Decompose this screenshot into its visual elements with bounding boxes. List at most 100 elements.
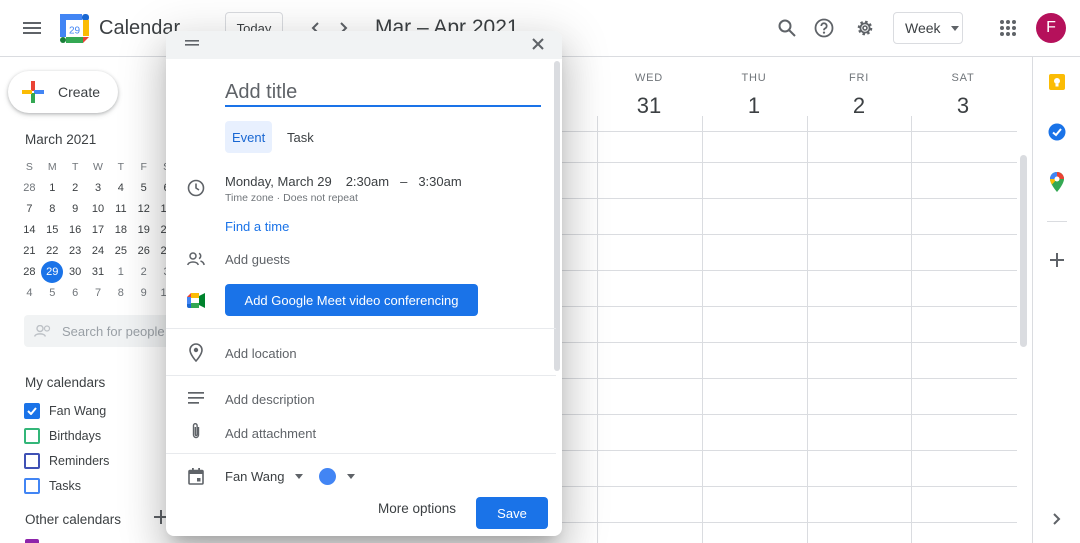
mini-calendar-day[interactable]: 22 xyxy=(41,245,64,257)
mini-calendar-day[interactable]: 1 xyxy=(109,266,132,278)
calendar-owner-label: Fan Wang xyxy=(225,469,285,484)
mini-calendar-day[interactable]: 25 xyxy=(109,245,132,257)
find-a-time-link[interactable]: Find a time xyxy=(225,219,289,234)
mini-calendar-day[interactable]: 7 xyxy=(87,287,110,299)
mini-calendar-day[interactable]: 28 xyxy=(18,182,41,194)
mini-calendar-day[interactable]: 9 xyxy=(64,203,87,215)
mini-calendar-day[interactable]: 9 xyxy=(132,287,155,299)
close-icon[interactable] xyxy=(532,38,544,50)
view-select-label: Week xyxy=(905,20,941,36)
checkbox[interactable] xyxy=(24,428,40,444)
grid-hour-line xyxy=(560,522,1017,523)
mini-calendar-day[interactable]: 15 xyxy=(41,224,64,236)
help-icon[interactable] xyxy=(808,12,840,44)
mini-calendar-day[interactable]: 12 xyxy=(132,203,155,215)
event-title-input[interactable] xyxy=(225,79,541,107)
mini-calendar-day-number: 16 xyxy=(69,223,82,236)
mini-calendar-day[interactable]: 3 xyxy=(87,182,110,194)
add-addon-icon[interactable] xyxy=(1045,248,1069,272)
day-header-number[interactable]: 2 xyxy=(807,93,911,119)
more-options-button[interactable]: More options xyxy=(378,501,456,516)
mini-calendar-day[interactable]: 17 xyxy=(87,224,110,236)
grid-scrollbar[interactable] xyxy=(1020,155,1027,347)
dialog-drag-bar[interactable] xyxy=(166,31,562,59)
mini-calendar-day[interactable]: 14 xyxy=(18,224,41,236)
add-guests-field[interactable]: Add guests xyxy=(225,252,290,267)
add-meet-button[interactable]: Add Google Meet video conferencing xyxy=(225,284,478,316)
day-header-number[interactable]: 31 xyxy=(597,93,701,119)
mini-calendar-day[interactable]: 5 xyxy=(132,182,155,194)
mini-calendar-day[interactable]: 31 xyxy=(87,266,110,278)
calendar-item-reminders[interactable]: Reminders xyxy=(24,450,109,472)
my-calendars-title[interactable]: My calendars xyxy=(25,375,105,390)
mini-calendar-day-number: 21 xyxy=(23,244,36,257)
mini-calendar-week: 78910111213 xyxy=(18,198,178,219)
search-people-input[interactable]: Search for people xyxy=(24,315,170,347)
create-button[interactable]: Create xyxy=(8,71,118,113)
dialog-scrollbar[interactable] xyxy=(554,61,560,371)
mini-calendar-day[interactable]: 1 xyxy=(41,182,64,194)
calendar-item-tasks[interactable]: Tasks xyxy=(24,475,81,497)
search-icon[interactable] xyxy=(771,12,803,44)
calendar-item-birthdays[interactable]: Birthdays xyxy=(24,425,101,447)
mini-calendar-day[interactable]: 21 xyxy=(18,245,41,257)
event-date[interactable]: Monday, March 29 xyxy=(225,174,332,189)
tasks-icon[interactable] xyxy=(1045,120,1069,144)
mini-calendar-day[interactable]: 19 xyxy=(132,224,155,236)
add-attachment-field[interactable]: Add attachment xyxy=(225,426,316,441)
grid-hour-line xyxy=(560,162,1017,163)
weekday-label: F xyxy=(140,160,147,173)
mini-calendar-day[interactable]: 28 xyxy=(18,266,41,278)
mini-calendar-day[interactable]: 11 xyxy=(109,203,132,215)
calendar-select[interactable]: Fan Wang xyxy=(225,469,303,484)
event-end-time[interactable]: 3:30am xyxy=(418,174,461,189)
event-start-time[interactable]: 2:30am xyxy=(346,174,389,189)
mini-calendar-day[interactable]: 6 xyxy=(64,287,87,299)
checkbox[interactable] xyxy=(24,478,40,494)
mini-calendar-day[interactable]: 8 xyxy=(41,203,64,215)
view-select[interactable]: Week xyxy=(893,12,963,44)
mini-calendar-day[interactable]: 5 xyxy=(41,287,64,299)
mini-calendar-day[interactable]: 4 xyxy=(18,287,41,299)
add-location-field[interactable]: Add location xyxy=(225,346,297,361)
calendar-item-fan-wang[interactable]: Fan Wang xyxy=(24,400,106,422)
mini-calendar-day[interactable]: 8 xyxy=(109,287,132,299)
mini-calendar-day-number: 8 xyxy=(49,202,56,215)
main-menu-icon[interactable] xyxy=(16,12,48,44)
checkbox[interactable] xyxy=(24,453,40,469)
mini-calendar-day[interactable]: 30 xyxy=(64,266,87,278)
other-calendars-title[interactable]: Other calendars xyxy=(25,512,121,527)
settings-gear-icon[interactable] xyxy=(849,12,881,44)
mini-calendar-day[interactable]: 2 xyxy=(132,266,155,278)
mini-calendar-day-number: 7 xyxy=(26,202,33,215)
mini-calendar-day[interactable]: 26 xyxy=(132,245,155,257)
expand-panel-icon[interactable] xyxy=(1045,507,1069,531)
mini-calendar-day[interactable]: 29 xyxy=(41,260,64,283)
mini-calendar-day-number: 11 xyxy=(115,202,127,215)
grid-hour-line xyxy=(560,198,1017,199)
mini-calendar-day[interactable]: 18 xyxy=(109,224,132,236)
mini-calendar-day[interactable]: 10 xyxy=(87,203,110,215)
checkbox[interactable] xyxy=(24,403,40,419)
mini-calendar-day[interactable]: 4 xyxy=(109,182,132,194)
keep-icon[interactable] xyxy=(1045,70,1069,94)
mini-calendar-day[interactable]: 24 xyxy=(87,245,110,257)
mini-calendar-day[interactable]: 2 xyxy=(64,182,87,194)
tab-event[interactable]: Event xyxy=(225,121,273,153)
avatar[interactable]: F xyxy=(1036,13,1066,43)
tab-task[interactable]: Task xyxy=(280,121,321,153)
time-zone-link[interactable]: Time zone xyxy=(225,192,274,204)
mini-calendar-day[interactable]: 7 xyxy=(18,203,41,215)
mini-calendar-day[interactable]: 16 xyxy=(64,224,87,236)
mini-calendar-day[interactable]: 23 xyxy=(64,245,87,257)
day-header-number[interactable]: 1 xyxy=(702,93,806,119)
save-button[interactable]: Save xyxy=(476,497,548,529)
maps-icon[interactable] xyxy=(1045,170,1069,194)
repeat-select[interactable]: Does not repeat xyxy=(283,192,358,204)
add-description-field[interactable]: Add description xyxy=(225,392,315,407)
event-datetime[interactable]: Monday, March 29 2:30am – 3:30am xyxy=(225,174,462,189)
drag-handle-icon[interactable] xyxy=(185,40,199,46)
day-header-number[interactable]: 3 xyxy=(911,93,1015,119)
apps-grid-icon[interactable] xyxy=(992,12,1024,44)
event-color-select[interactable] xyxy=(319,468,355,485)
